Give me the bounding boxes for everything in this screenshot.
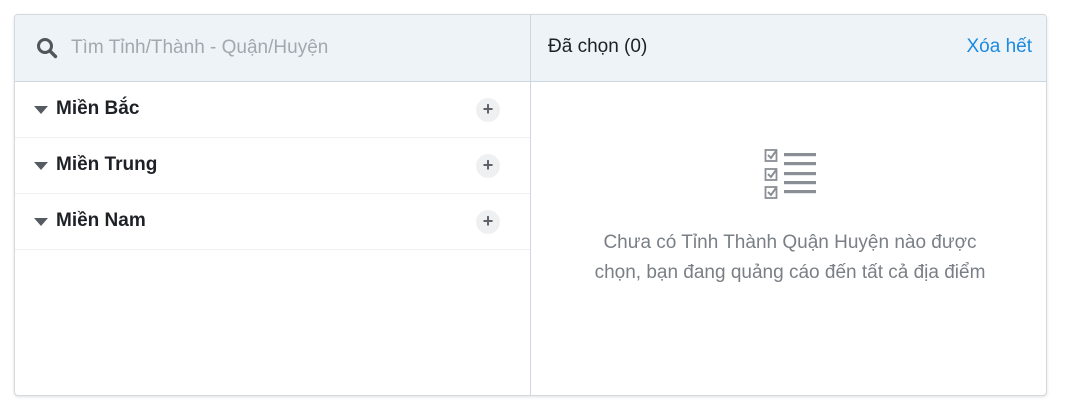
clear-all-link[interactable]: Xóa hết <box>967 36 1033 58</box>
region-list: Miền Bắc + Miền Trung + Miền Nam + <box>15 82 530 250</box>
selected-header: Đã chọn (0) Xóa hết <box>531 15 1046 81</box>
add-region-button[interactable]: + <box>476 210 500 234</box>
empty-selection-state: Chưa có Tỉnh Thành Quận Huyện nào được c… <box>531 82 1046 395</box>
region-row-mien-nam[interactable]: Miền Nam + <box>15 194 530 250</box>
region-label: Miền Trung <box>56 154 158 175</box>
caret-down-icon[interactable] <box>34 162 48 170</box>
caret-down-icon[interactable] <box>34 218 48 226</box>
location-search-input[interactable] <box>71 32 511 64</box>
search-area <box>15 15 531 81</box>
location-picker-panel: Đã chọn (0) Xóa hết Miền Bắc + Miền Trun… <box>14 14 1047 396</box>
add-region-button[interactable]: + <box>476 154 500 178</box>
empty-state-message: Chưa có Tỉnh Thành Quận Huyện nào được c… <box>594 232 986 283</box>
region-label: Miền Bắc <box>56 98 140 119</box>
region-row-mien-bac[interactable]: Miền Bắc + <box>15 82 530 138</box>
caret-down-icon[interactable] <box>34 106 48 114</box>
region-label: Miền Nam <box>56 210 146 231</box>
search-icon <box>36 37 58 59</box>
region-row-mien-trung[interactable]: Miền Trung + <box>15 138 530 194</box>
checklist-icon <box>764 148 818 200</box>
add-region-button[interactable]: + <box>476 98 500 122</box>
selected-count-title: Đã chọn (0) <box>548 36 648 57</box>
